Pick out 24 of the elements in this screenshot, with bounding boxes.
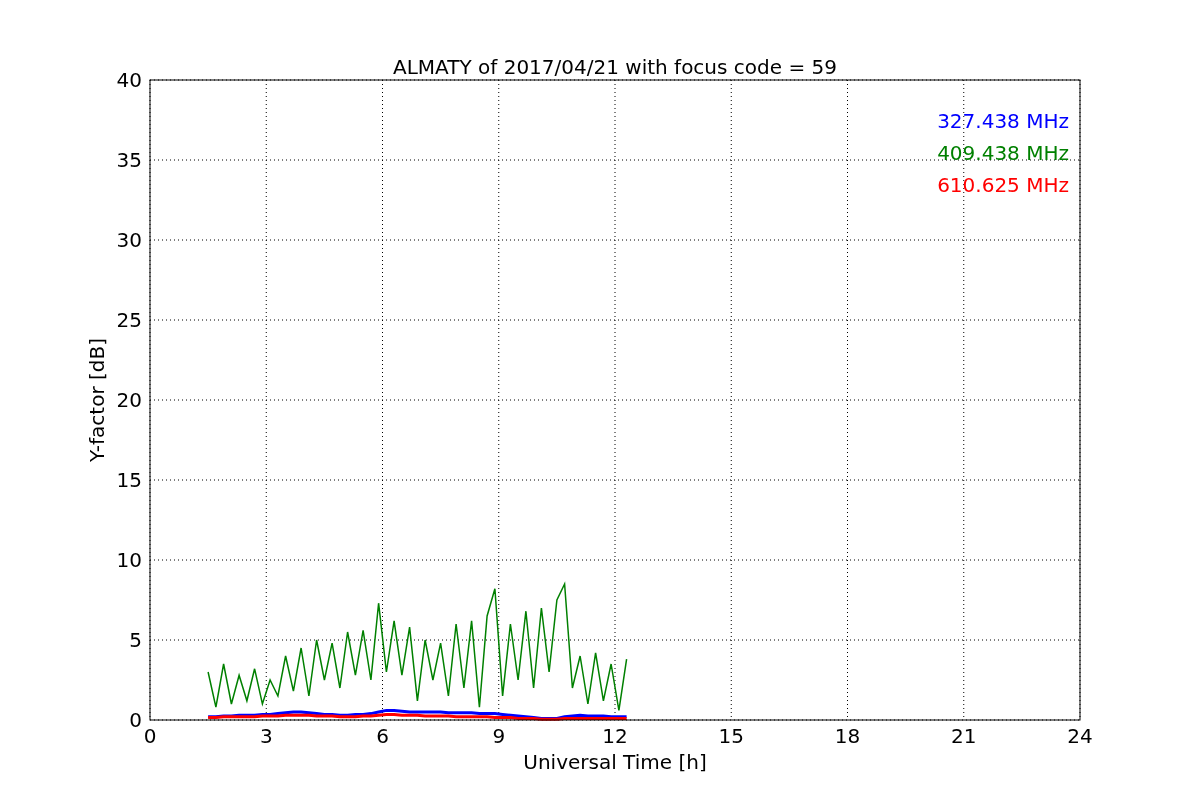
- x-tick-label: 15: [718, 724, 744, 748]
- x-tick-label: 0: [143, 724, 157, 748]
- y-tick-label: 15: [116, 468, 142, 492]
- x-tick-label: 12: [602, 724, 628, 748]
- x-tick-label: 21: [951, 724, 977, 748]
- y-tick-label: 35: [116, 148, 142, 172]
- x-tick-label: 6: [376, 724, 389, 748]
- legend-label: 409.438 MHz: [937, 141, 1069, 165]
- y-tick-label: 20: [116, 388, 142, 412]
- x-tick-label: 9: [492, 724, 506, 748]
- y-axis-label: Y-factor [dB]: [85, 338, 109, 462]
- x-tick-label: 24: [1067, 724, 1093, 748]
- legend-label: 610.625 MHz: [937, 173, 1069, 197]
- x-axis-label: Universal Time [h]: [523, 750, 707, 774]
- y-tick-label: 25: [116, 308, 142, 332]
- y-tick-label: 0: [129, 708, 142, 732]
- legend-label: 327.438 MHz: [937, 109, 1069, 133]
- y-tick-label: 40: [116, 68, 142, 92]
- y-tick-label: 10: [116, 548, 142, 572]
- x-tick-label: 18: [834, 724, 861, 748]
- y-tick-label: 5: [129, 628, 142, 652]
- chart-title: ALMATY of 2017/04/21 with focus code = 59: [393, 55, 837, 79]
- y-tick-label: 30: [116, 228, 142, 252]
- x-tick-label: 3: [259, 724, 273, 748]
